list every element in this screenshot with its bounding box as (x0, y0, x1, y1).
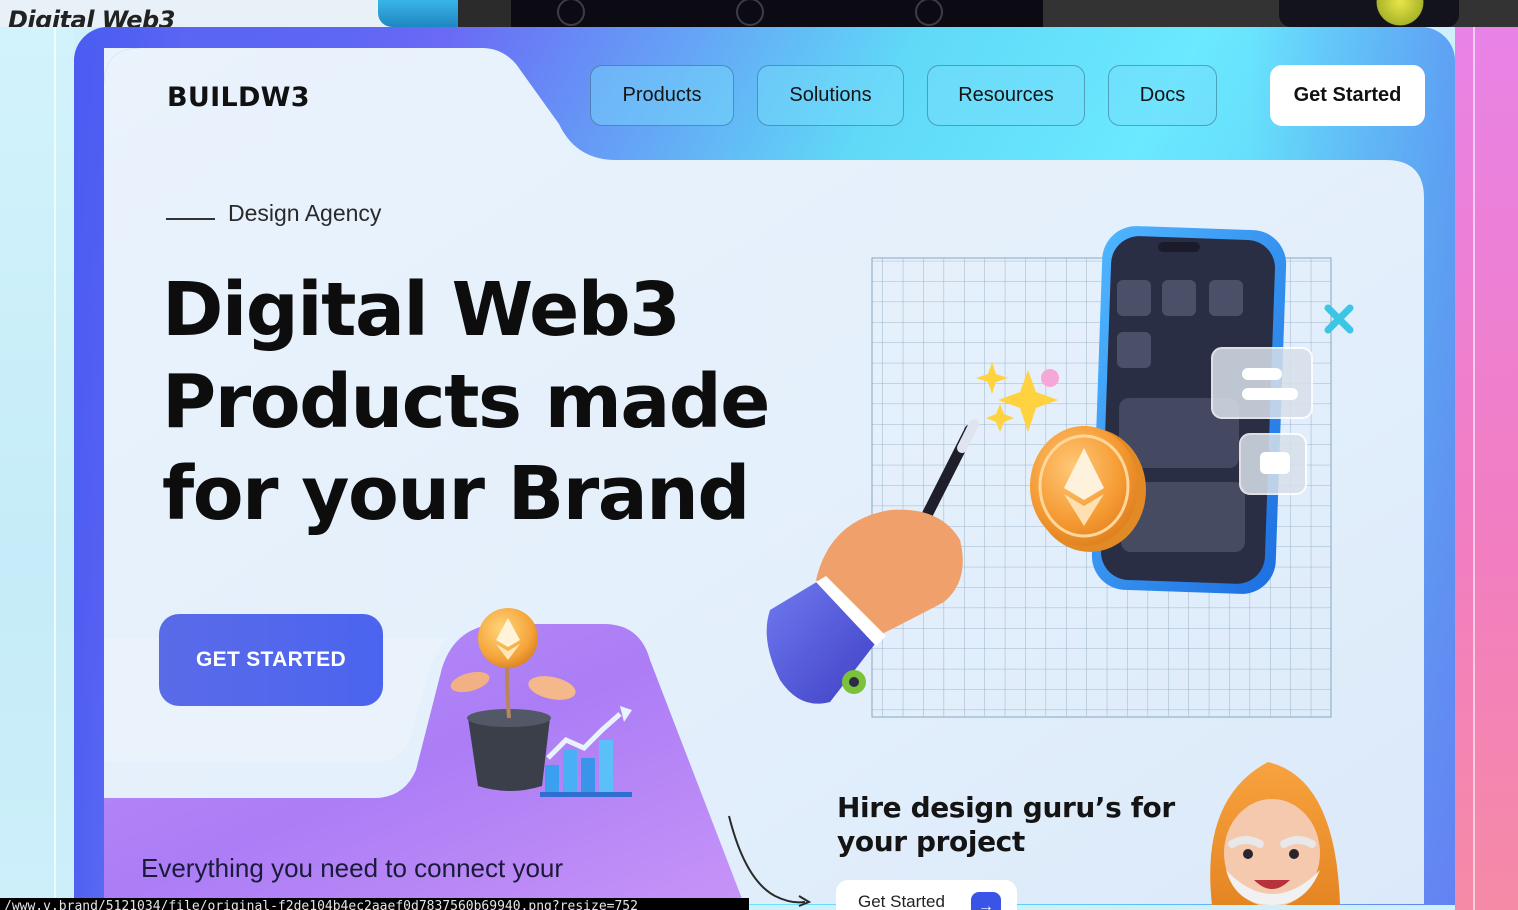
top-thumbnail-strip: Digital Web3 (0, 0, 1518, 27)
browser-status-bar: /www.v.brand/5121034/file/original-f2de1… (0, 898, 749, 910)
status-bar-url: /www.v.brand/5121034/file/original-f2de1… (4, 899, 638, 910)
circles-icon (915, 0, 943, 26)
get-started-nav-button[interactable]: Get Started (1270, 65, 1425, 126)
eyebrow-label: Design Agency (228, 200, 382, 226)
guru-avatar (1210, 762, 1340, 905)
coin-icon (557, 0, 585, 26)
check-badge-icon (1370, 0, 1430, 26)
nav-products-button[interactable]: Products (590, 65, 734, 126)
get-started-hero-button[interactable]: GET STARTED (159, 614, 383, 706)
hero-title-line-3: for your Brand (162, 451, 750, 537)
arrow-curve-icon (728, 815, 812, 907)
plant-growth-illustration (450, 608, 632, 797)
page-background-left (0, 27, 74, 910)
thumbnail-left-accent (378, 0, 458, 27)
nav-resources-button[interactable]: Resources (927, 65, 1085, 126)
hero-title: Digital Web3 Products made for your Bran… (162, 264, 802, 540)
hero-title-highlight: Web3 (452, 264, 681, 356)
hire-card-title: Hire design guru’s for your project (837, 791, 1175, 858)
web3-phone-illustration (766, 226, 1354, 718)
thumbnail-left-text: Digital Web3 (8, 6, 175, 27)
thumbnail-left[interactable]: Digital Web3 (0, 0, 458, 27)
feature-card-text: Everything you need to connect your (141, 853, 564, 883)
page-background-right (1455, 27, 1518, 910)
thumbnail-right[interactable] (1043, 0, 1518, 27)
nav-docs-button[interactable]: Docs (1108, 65, 1217, 126)
thumbnail-right-card (1279, 0, 1459, 27)
hire-get-started-label: Get Started (858, 892, 945, 910)
refresh-icon (736, 0, 764, 26)
hero-title-line-2: Products made (162, 359, 770, 445)
hero-title-word-digital: Digital (162, 267, 429, 353)
hire-get-started-button[interactable]: Get Started → (836, 880, 1017, 910)
hero-title-line-1: Digital Web3 (162, 264, 802, 356)
thumbnail-middle[interactable] (511, 0, 1043, 27)
nav-solutions-button[interactable]: Solutions (757, 65, 904, 126)
eyebrow-divider (166, 218, 215, 220)
brand-logo[interactable]: BUILDW3 (167, 82, 310, 113)
arrow-right-icon: → (971, 892, 1001, 910)
